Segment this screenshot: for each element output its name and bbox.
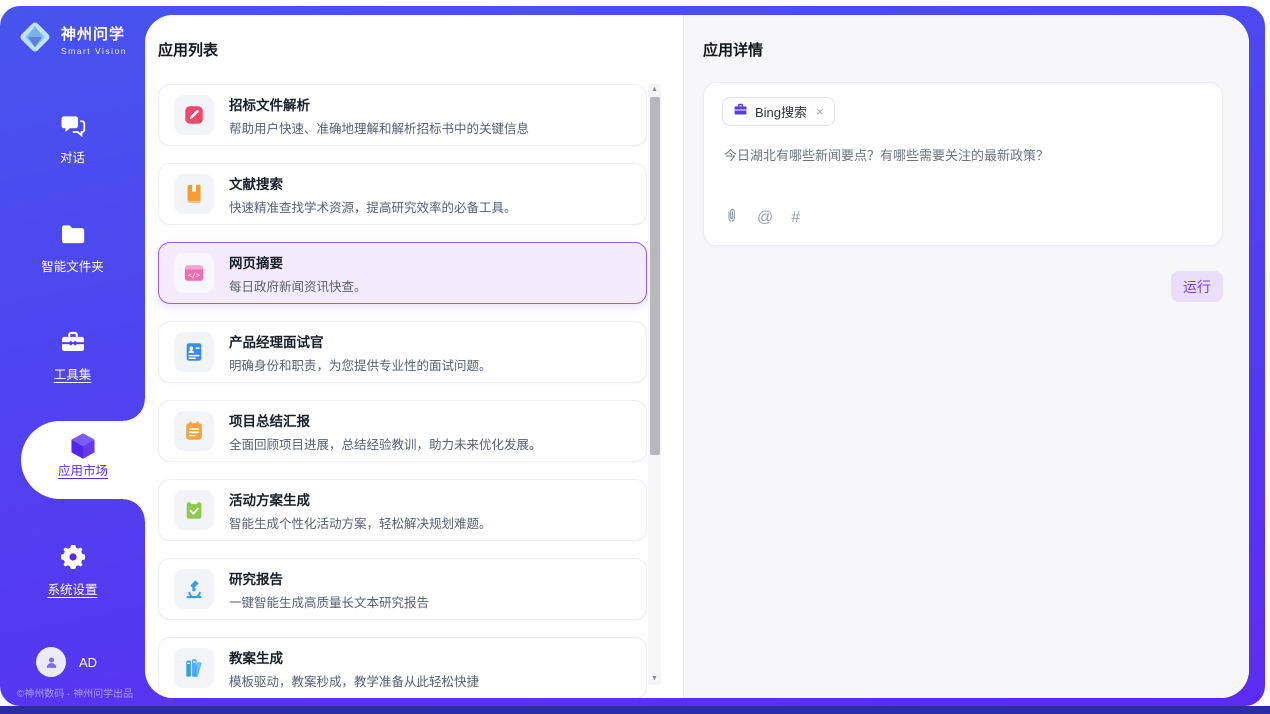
report-note-icon: [174, 411, 214, 451]
tool-tag-label: Bing搜索: [755, 102, 807, 121]
user-name: AD: [79, 655, 97, 670]
copyright-footer: ©神州数码 · 神州问学出品: [0, 685, 150, 700]
app-list-item[interactable]: </> 网页摘要 每日政府新闻资讯快查。: [158, 242, 647, 304]
content-area: 应用列表 招标文件解析 帮助用户快速、准确地理解和解析招标书中的关键信息 文献搜…: [145, 15, 1249, 698]
brand-text: 神州问学 Smart Vision: [61, 23, 127, 56]
brand-name: 神州问学: [61, 23, 127, 44]
svg-text:</>: </>: [188, 271, 200, 279]
sidebar-item-smart-folder[interactable]: 智能文件夹: [0, 219, 145, 276]
app-screen: 神州问学 Smart Vision 对话: [0, 0, 1270, 714]
brand-subtitle: Smart Vision: [61, 46, 127, 56]
app-item-description: 全面回顾项目进展，总结经验教训，助力未来优化发展。: [229, 434, 542, 453]
sidebar-item-settings[interactable]: 系统设置: [0, 542, 145, 599]
folder-icon: [0, 219, 145, 249]
app-item-description: 一键智能生成高质量长文本研究报告: [229, 592, 429, 611]
app-list-items: 招标文件解析 帮助用户快速、准确地理解和解析招标书中的关键信息 文献搜索 快速精…: [158, 84, 647, 698]
app-list-item[interactable]: 活动方案生成 智能生成个性化活动方案，轻松解决规划难题。: [158, 479, 647, 541]
app-item-description: 快速精准查找学术资源，提高研究效率的必备工具。: [229, 197, 517, 216]
run-button[interactable]: 运行: [1171, 271, 1223, 302]
user-account[interactable]: AD: [36, 647, 97, 677]
brand-diamond-icon: [16, 18, 54, 61]
prompt-input[interactable]: 今日湖北有哪些新闻要点？有哪些需要关注的最新政策？: [724, 145, 1202, 164]
gear-icon: [0, 542, 145, 572]
sidebar-item-label: 智能文件夹: [41, 256, 104, 275]
app-list-item[interactable]: 文献搜索 快速精准查找学术资源，提高研究效率的必备工具。: [158, 163, 647, 225]
sidebar-item-label: 应用市场: [58, 460, 108, 479]
bottom-bar: [0, 706, 1270, 714]
cube-icon: [21, 421, 145, 455]
user-avatar-icon: [36, 647, 66, 677]
scroll-up-arrow-icon[interactable]: ▲: [648, 84, 661, 96]
app-list-item[interactable]: 招标文件解析 帮助用户快速、准确地理解和解析招标书中的关键信息: [158, 84, 647, 146]
app-item-description: 帮助用户快速、准确地理解和解析招标书中的关键信息: [229, 118, 529, 137]
app-item-title: 招标文件解析: [229, 94, 529, 114]
app-item-description: 模板驱动，教案秒成，教学准备从此轻松快捷: [229, 671, 479, 690]
app-item-title: 教案生成: [229, 647, 479, 667]
clipboard-check-icon: [174, 490, 214, 530]
briefcase-icon: [733, 102, 748, 122]
toolbox-icon: [0, 327, 145, 357]
mention-icon[interactable]: @: [757, 210, 773, 226]
app-list-scrollbar[interactable]: ▲ ▼: [648, 84, 661, 685]
hash-icon[interactable]: #: [791, 210, 800, 226]
research-icon: [174, 569, 214, 609]
close-icon[interactable]: ×: [816, 104, 824, 119]
attachment-icon[interactable]: [724, 207, 739, 229]
app-detail-title: 应用详情: [703, 39, 763, 60]
app-list-item[interactable]: 项目总结汇报 全面回顾项目进展，总结经验教训，助力未来优化发展。: [158, 400, 647, 462]
app-list-panel: 应用列表 招标文件解析 帮助用户快速、准确地理解和解析招标书中的关键信息 文献搜…: [145, 15, 683, 698]
sidebar-item-label: 系统设置: [47, 579, 97, 598]
app-detail-panel: 应用详情 Bing搜索 × 今日湖北有哪些新闻要点？: [683, 15, 1249, 698]
app-item-title: 研究报告: [229, 568, 429, 588]
sidebar-item-app-market[interactable]: 应用市场: [21, 421, 145, 499]
app-list-item[interactable]: 研究报告 一键智能生成高质量长文本研究报告: [158, 558, 647, 620]
app-list-item[interactable]: 教案生成 模板驱动，教案秒成，教学准备从此轻松快捷: [158, 637, 647, 698]
brand-logo: 神州问学 Smart Vision: [16, 18, 127, 61]
app-item-description: 明确身份和职责，为您提供专业性的面试问题。: [229, 355, 492, 374]
app-item-title: 网页摘要: [229, 252, 367, 272]
app-item-title: 活动方案生成: [229, 489, 492, 509]
sidebar: 神州问学 Smart Vision 对话: [0, 6, 145, 706]
chat-icon: [0, 110, 145, 140]
app-item-title: 项目总结汇报: [229, 410, 542, 430]
sidebar-item-chat[interactable]: 对话: [0, 110, 145, 167]
prompt-card: Bing搜索 × 今日湖北有哪些新闻要点？有哪些需要关注的最新政策？ @ #: [703, 82, 1223, 246]
app-window: 神州问学 Smart Vision 对话: [0, 6, 1265, 706]
web-code-icon: </>: [174, 253, 214, 293]
sidebar-item-toolset[interactable]: 工具集: [0, 327, 145, 384]
interview-doc-icon: [174, 332, 214, 372]
sidebar-item-label: 对话: [60, 147, 85, 166]
app-list-item[interactable]: 产品经理面试官 明确身份和职责，为您提供专业性的面试问题。: [158, 321, 647, 383]
tender-edit-icon: [174, 95, 214, 135]
prompt-toolbar: @ #: [724, 207, 800, 229]
app-item-title: 文献搜索: [229, 173, 517, 193]
scrollbar-thumb[interactable]: [650, 97, 660, 455]
tool-tag-bing-search[interactable]: Bing搜索 ×: [722, 97, 835, 126]
app-item-title: 产品经理面试官: [229, 331, 492, 351]
app-list-title: 应用列表: [158, 39, 218, 60]
sidebar-item-label: 工具集: [54, 364, 92, 383]
app-item-description: 每日政府新闻资讯快查。: [229, 276, 367, 295]
app-item-description: 智能生成个性化活动方案，轻松解决规划难题。: [229, 513, 492, 532]
books-icon: [174, 648, 214, 688]
scroll-down-arrow-icon[interactable]: ▼: [648, 673, 661, 685]
book-icon: [174, 174, 214, 214]
